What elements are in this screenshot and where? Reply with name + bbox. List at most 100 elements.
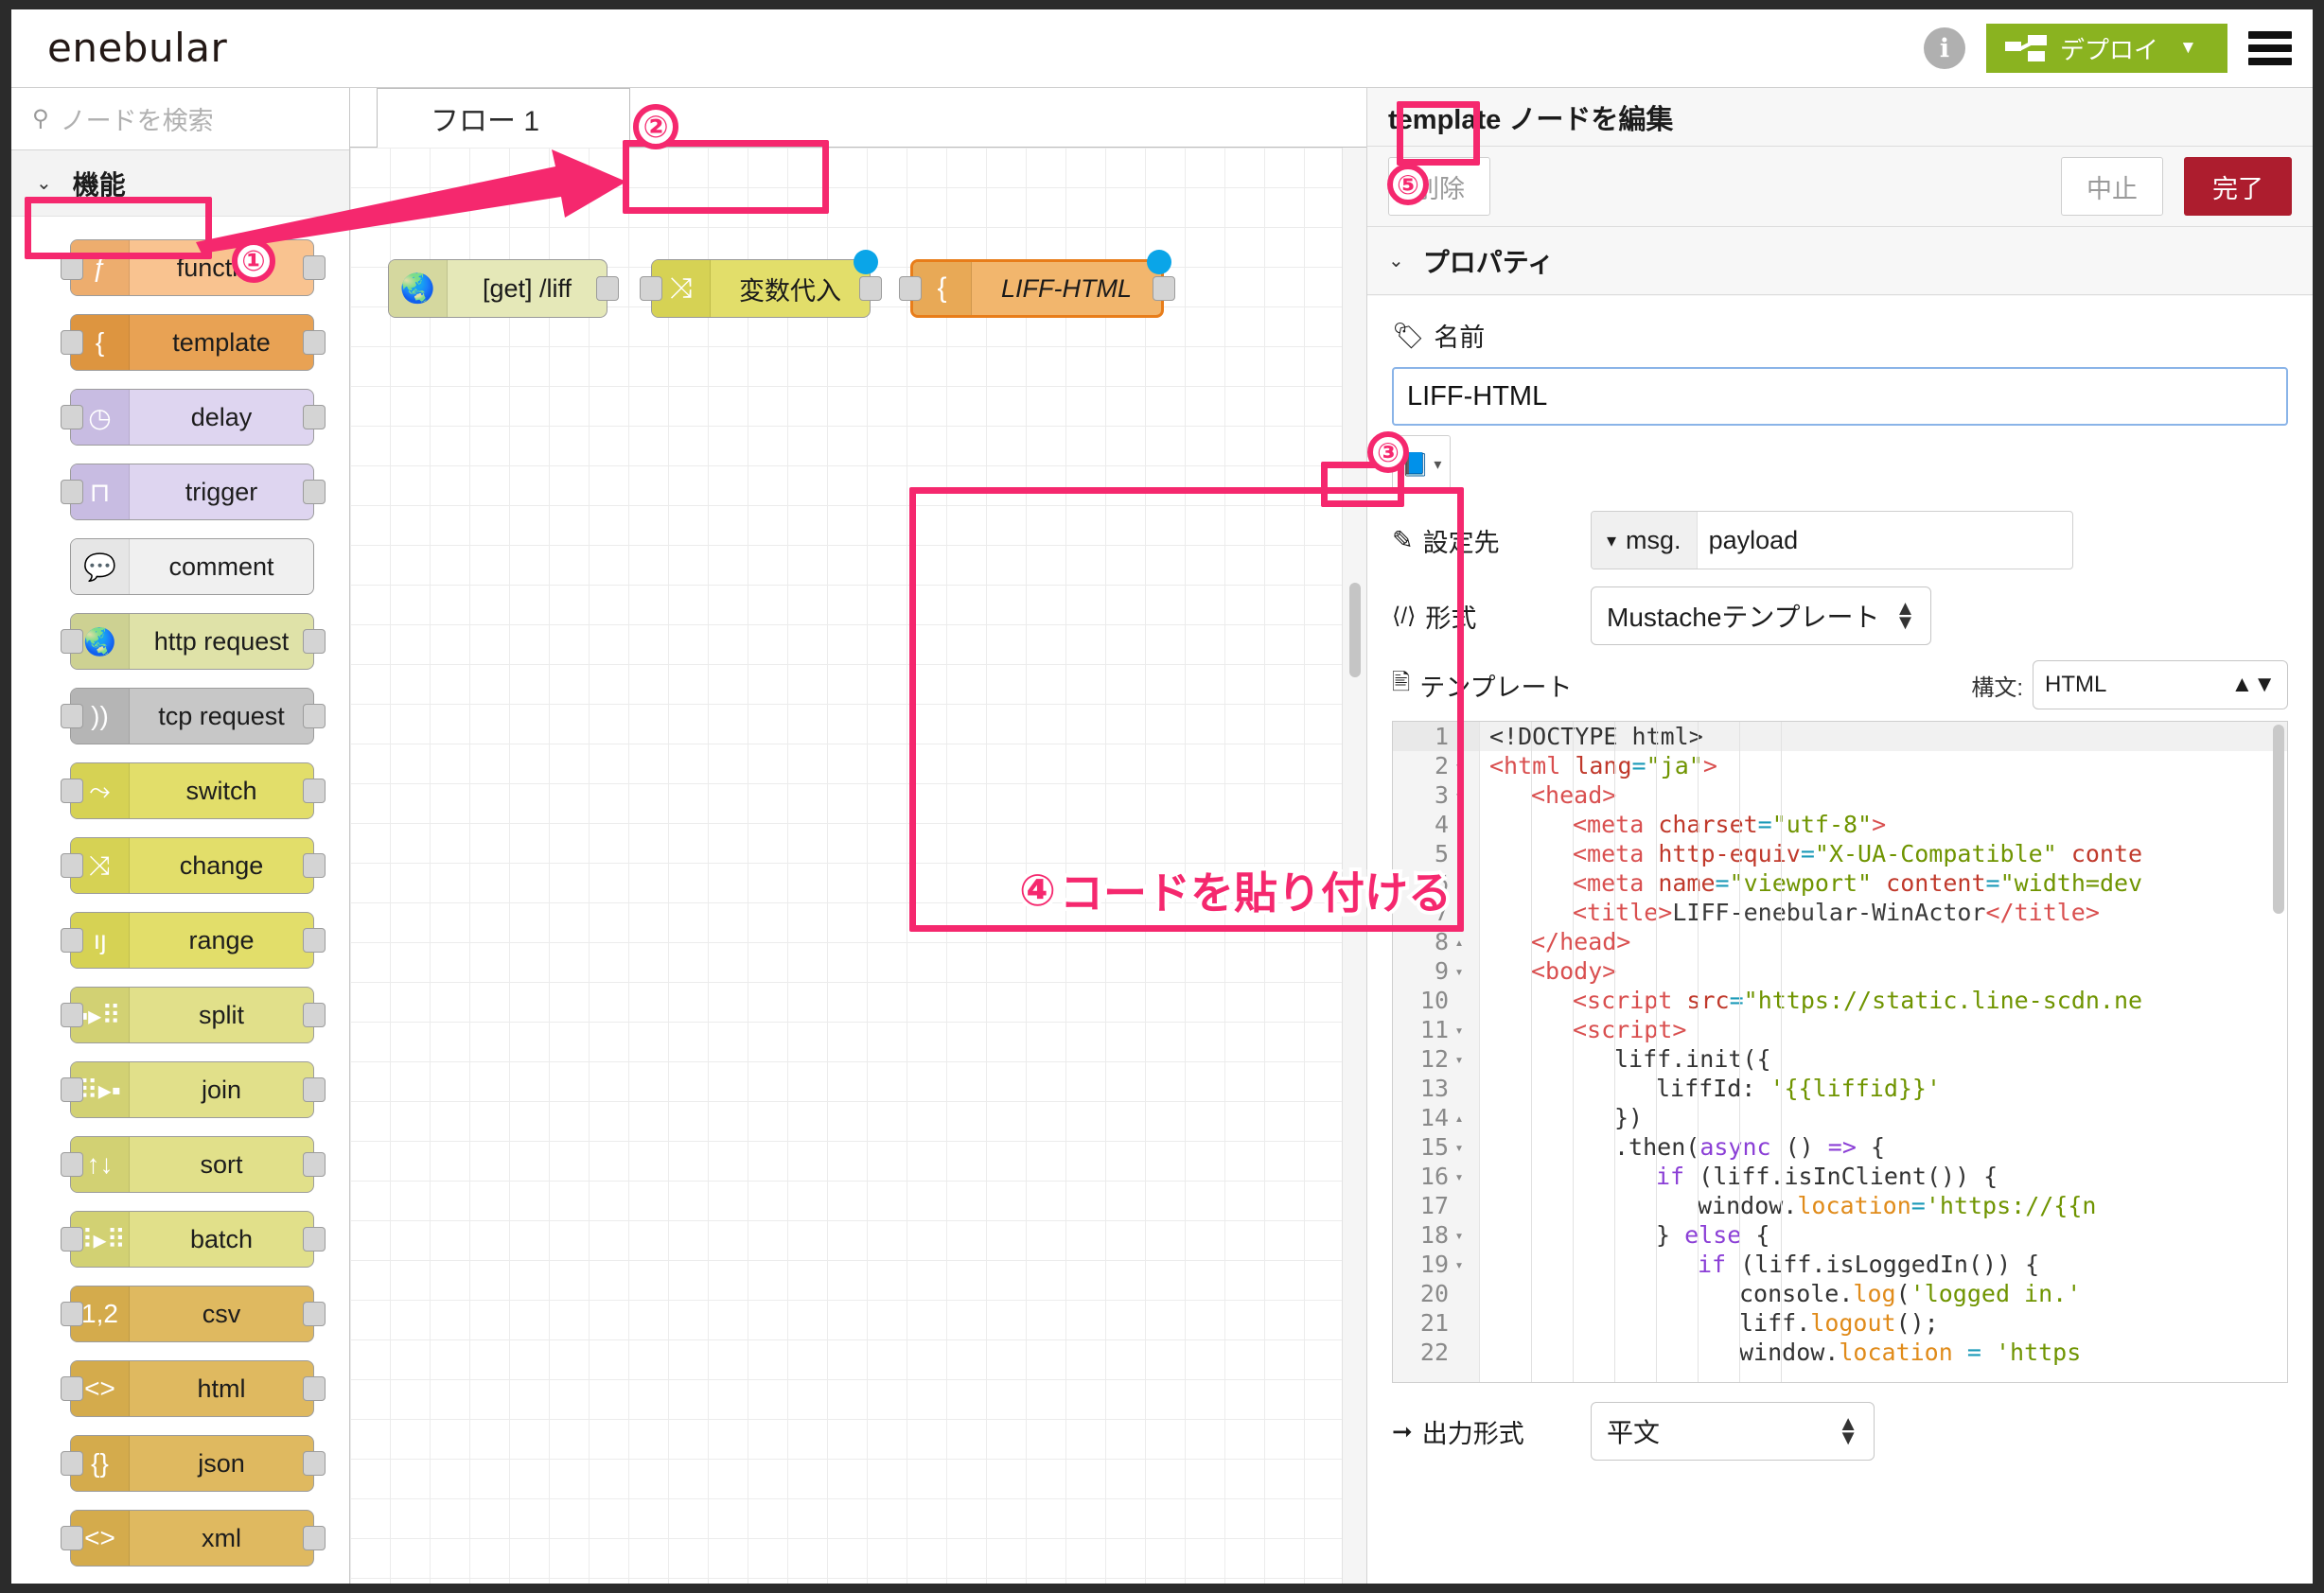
target-value[interactable]: payload [1698, 512, 2072, 569]
node-output-port[interactable] [303, 255, 326, 280]
flow-node--get-liff[interactable]: 🌏 [get] /liff [388, 259, 607, 318]
palette-node-batch[interactable]: ⠿▸⠿ batch [11, 1203, 349, 1278]
tab-flow-1[interactable]: フロー 1 [377, 88, 630, 148]
deploy-button[interactable]: デプロイ ▼ [1986, 24, 2227, 73]
palette-node-body[interactable]: ⤨ change [70, 837, 314, 894]
info-icon[interactable]: i [1924, 27, 1965, 69]
template-code-editor[interactable]: 1 2 ▾ 3 ▾ 4 5 6 7 8 ▴ 9 ▾ 10 11 ▾ 12 ▾ 13 14 ▴ 15 ▾ 16 ▾ 17 18 ▾ 19 ▾… [1392, 721, 2288, 1383]
palette-node-body[interactable]: 💬 comment [70, 538, 314, 595]
palette-node-body[interactable]: ◷ delay [70, 389, 314, 446]
palette-node-body[interactable]: 🌏 http request [70, 613, 314, 670]
palette-node-body[interactable]: {template [70, 314, 314, 371]
code-fold-icon[interactable]: ▾ [1449, 1168, 1470, 1185]
name-input[interactable] [1392, 367, 2288, 426]
code-fold-icon[interactable]: ▾ [1449, 787, 1470, 804]
delete-button[interactable]: 削除 [1388, 157, 1490, 216]
palette-node-http-request[interactable]: 🌏 http request [11, 605, 349, 680]
palette-node-body[interactable]: ƒ function [70, 239, 314, 296]
palette-node-template[interactable]: {template [11, 306, 349, 381]
target-type-picker[interactable]: ▾ msg. [1592, 512, 1698, 569]
node-output-port[interactable] [303, 779, 326, 803]
node-input-port[interactable] [61, 779, 83, 803]
palette-node-body[interactable]: ıȷ range [70, 912, 314, 969]
palette-node-body[interactable]: ⤳ switch [70, 762, 314, 819]
node-output-port[interactable] [303, 1376, 326, 1401]
node-output-port[interactable] [303, 480, 326, 504]
palette-node-body[interactable]: <> xml [70, 1510, 314, 1567]
palette-node-comment[interactable]: 💬 comment [11, 531, 349, 605]
node-output-port[interactable] [303, 1526, 326, 1550]
properties-section-header[interactable]: ⌄ プロパティ [1367, 227, 2313, 295]
editor-code-area[interactable]: <!DOCTYPE html> <html lang="ja"> <head> <me… [1480, 722, 2287, 1382]
flow-canvas[interactable]: 🌏 [get] /liff ⤨ 変数代入 {LIFF-HTML [350, 148, 1366, 1584]
syntax-select[interactable]: HTML ▲▼ [2033, 660, 2288, 709]
code-fold-icon[interactable]: ▾ [1449, 1139, 1470, 1156]
hamburger-menu-icon[interactable] [2248, 31, 2292, 65]
syntax-format-select[interactable]: Mustacheテンプレート ▲ ▼ [1591, 586, 1932, 645]
palette-node-tcp-request[interactable]: )) tcp request [11, 680, 349, 755]
node-input-port[interactable] [61, 1077, 83, 1102]
palette-node-body[interactable]: ⊓ trigger [70, 464, 314, 520]
node-input-port[interactable] [61, 704, 83, 728]
flow-node-input-port[interactable] [899, 276, 922, 301]
palette-node-body[interactable]: )) tcp request [70, 688, 314, 744]
node-input-port[interactable] [61, 928, 83, 953]
cancel-button[interactable]: 中止 [2061, 157, 2163, 216]
flow-node-変数代入[interactable]: ⤨ 変数代入 [651, 259, 871, 318]
palette-node-trigger[interactable]: ⊓ trigger [11, 456, 349, 531]
code-fold-icon[interactable]: ▾ [1449, 963, 1470, 980]
palette-node-change[interactable]: ⤨ change [11, 830, 349, 904]
code-fold-icon[interactable]: ▾ [1449, 1022, 1470, 1039]
node-input-port[interactable] [61, 1526, 83, 1550]
code-fold-icon[interactable]: ▾ [1449, 1227, 1470, 1244]
name-format-button[interactable]: 📘 ▾ [1392, 435, 1451, 494]
node-input-port[interactable] [61, 1302, 83, 1326]
editor-scrollbar-thumb[interactable] [2273, 725, 2284, 914]
node-output-port[interactable] [303, 1302, 326, 1326]
palette-node-html[interactable]: <> html [11, 1353, 349, 1427]
node-input-port[interactable] [61, 1152, 83, 1177]
node-input-port[interactable] [61, 1451, 83, 1476]
node-output-port[interactable] [303, 853, 326, 878]
node-input-port[interactable] [61, 1227, 83, 1252]
flow-node-output-port[interactable] [859, 276, 882, 301]
node-output-port[interactable] [303, 928, 326, 953]
node-output-port[interactable] [303, 1152, 326, 1177]
search-input-placeholder[interactable]: ノードを検索 [61, 100, 214, 137]
node-output-port[interactable] [303, 330, 326, 355]
canvas-scrollbar[interactable] [1342, 148, 1366, 1584]
palette-node-body[interactable]: {} json [70, 1435, 314, 1492]
node-input-port[interactable] [61, 480, 83, 504]
node-input-port[interactable] [61, 629, 83, 654]
palette-node-csv[interactable]: 1,2 csv [11, 1278, 349, 1353]
palette-node-split[interactable]: ▪▸⠿ split [11, 979, 349, 1054]
palette-node-body[interactable]: 1,2 csv [70, 1286, 314, 1342]
node-input-port[interactable] [61, 255, 83, 280]
node-output-port[interactable] [303, 629, 326, 654]
palette-node-sort[interactable]: ↑↓ sort [11, 1129, 349, 1203]
canvas-scrollbar-thumb[interactable] [1349, 583, 1361, 677]
palette-node-function[interactable]: ƒ function [11, 232, 349, 306]
node-output-port[interactable] [303, 1003, 326, 1027]
palette-category-header[interactable]: ⌄ 機能 [11, 150, 349, 217]
node-output-port[interactable] [303, 405, 326, 429]
palette-node-body[interactable]: ⠿▸⠿ batch [70, 1211, 314, 1268]
node-input-port[interactable] [61, 330, 83, 355]
palette-node-json[interactable]: {} json [11, 1427, 349, 1502]
node-input-port[interactable] [61, 1376, 83, 1401]
palette-node-body[interactable]: ⠿▸▪ join [70, 1061, 314, 1118]
palette-node-switch[interactable]: ⤳ switch [11, 755, 349, 830]
flow-node-LIFF-HTML[interactable]: {LIFF-HTML [910, 259, 1164, 318]
code-fold-icon[interactable]: ▾ [1449, 758, 1470, 775]
node-output-port[interactable] [303, 1451, 326, 1476]
node-input-port[interactable] [61, 1003, 83, 1027]
code-fold-icon[interactable]: ▴ [1449, 934, 1470, 951]
target-typed-input[interactable]: ▾ msg. payload [1591, 511, 2073, 569]
flow-node-input-port[interactable] [640, 276, 662, 301]
flow-node-output-port[interactable] [1153, 276, 1175, 301]
palette-node-body[interactable]: <> html [70, 1360, 314, 1417]
palette-node-xml[interactable]: <> xml [11, 1502, 349, 1577]
output-format-select[interactable]: 平文 ▲ ▼ [1591, 1402, 1875, 1461]
palette-node-body[interactable]: ↑↓ sort [70, 1136, 314, 1193]
code-fold-icon[interactable]: ▴ [1449, 1110, 1470, 1127]
